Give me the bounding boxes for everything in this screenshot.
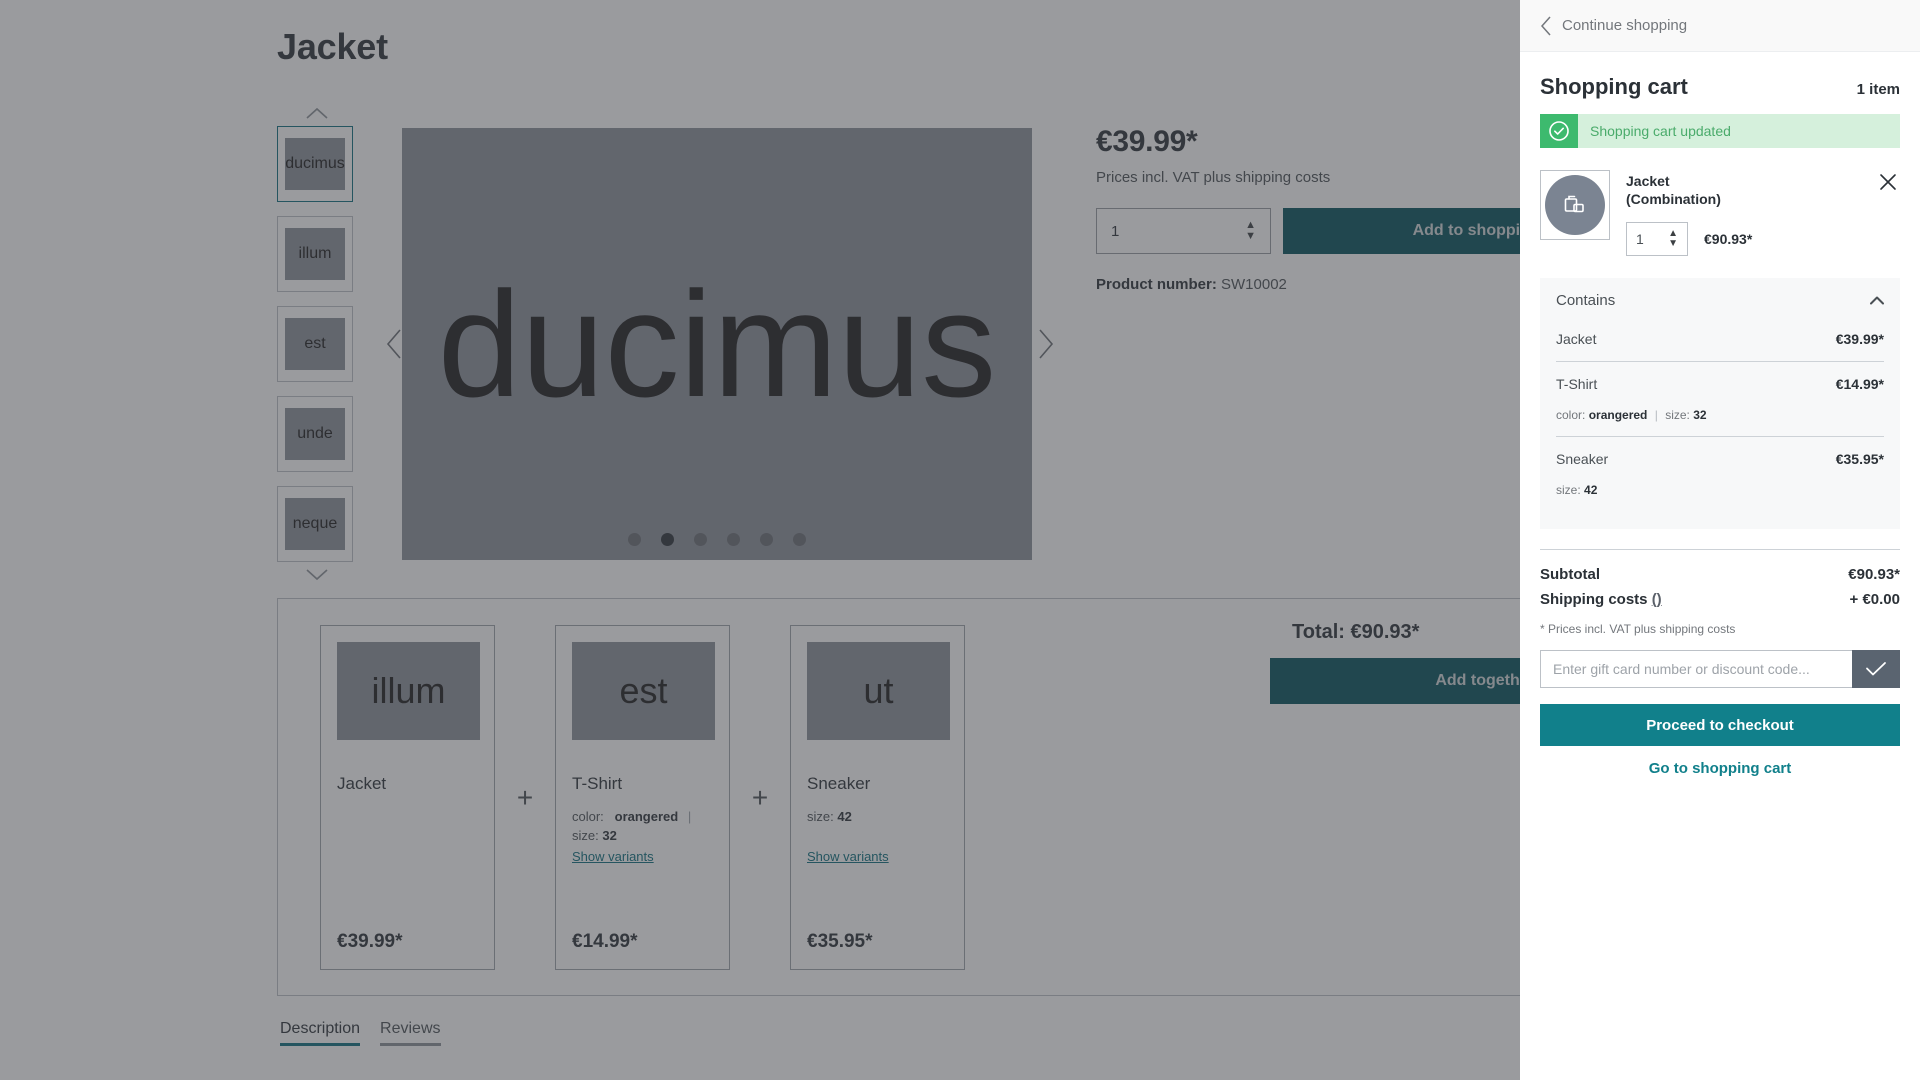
promo-code-input[interactable]: [1540, 650, 1852, 689]
contains-item-tshirt: T-Shirt €14.99* color: orangered | size:…: [1556, 361, 1884, 436]
line-item-name-line1: Jacket: [1626, 173, 1670, 189]
option-key: size:: [1556, 483, 1581, 498]
line-item-quantity-value: 1: [1636, 231, 1644, 248]
subtotal-label: Subtotal: [1540, 566, 1600, 584]
contains-item-name: Sneaker: [1556, 451, 1609, 468]
contains-item-sneaker: Sneaker €35.95* size: 42: [1556, 436, 1884, 511]
stepper-arrows-icon: ▲▼: [1668, 228, 1678, 250]
contains-label: Contains: [1556, 292, 1616, 310]
chevron-left-icon: [1540, 16, 1551, 35]
alert-message: Shopping cart updated: [1590, 123, 1731, 139]
remove-line-item-button[interactable]: [1870, 164, 1906, 200]
option-key: size:: [1665, 408, 1690, 423]
contains-toggle[interactable]: Contains: [1540, 278, 1900, 323]
cart-header: Shopping cart 1 item: [1540, 52, 1900, 114]
cart-item-count: 1 item: [1856, 81, 1900, 98]
option-value: 32: [1693, 408, 1707, 423]
line-item-placeholder-icon-wrap: [1545, 175, 1605, 235]
continue-shopping-button[interactable]: Continue shopping: [1520, 0, 1920, 52]
line-item-price: €90.93*: [1704, 231, 1753, 248]
contains-item-name: T-Shirt: [1556, 376, 1598, 393]
cart-vat-note: * Prices incl. VAT plus shipping costs: [1540, 622, 1736, 637]
contains-item-options: color: orangered | size: 32: [1556, 408, 1884, 422]
cart-line-item: Jacket (Combination) 1 ▲ ▼ €90.93* Conta…: [1540, 170, 1900, 535]
promo-code-submit-button[interactable]: [1852, 650, 1900, 689]
continue-shopping-label: Continue shopping: [1562, 17, 1688, 34]
option-value: orangered: [1588, 408, 1648, 423]
cart-updated-alert: Shopping cart updated: [1540, 114, 1900, 148]
promo-code-form: [1540, 650, 1900, 689]
check-icon: [1866, 662, 1886, 676]
contains-accordion: Contains Jacket €39.99* T-Shirt €14.99* …: [1540, 278, 1900, 530]
line-item-quantity-select[interactable]: 1 ▲ ▼: [1626, 222, 1688, 257]
subtotal-value: €90.93*: [1848, 566, 1900, 584]
option-value: 42: [1584, 483, 1598, 498]
contains-item-price: €39.99*: [1835, 331, 1884, 348]
shipping-costs-link[interactable]: (): [1652, 591, 1662, 608]
contains-item-options: size: 42: [1556, 483, 1884, 497]
proceed-to-checkout-button[interactable]: Proceed to checkout: [1540, 704, 1900, 747]
subtotal-row: Subtotal €90.93*: [1540, 566, 1900, 583]
contains-item-name: Jacket: [1556, 331, 1597, 348]
go-to-shopping-cart-link[interactable]: Go to shopping cart: [1540, 760, 1900, 777]
cart-content: Shopping cart 1 item Shopping cart updat…: [1520, 52, 1920, 777]
contains-list: Jacket €39.99* T-Shirt €14.99* color: or…: [1540, 323, 1900, 529]
cart-title: Shopping cart: [1540, 74, 1688, 99]
chevron-up-icon: [1870, 296, 1884, 305]
screen: Jacket ducimus illum est: [0, 0, 1920, 1080]
contains-item-jacket: Jacket €39.99*: [1556, 323, 1884, 361]
shipping-row: Shipping costs () + €0.00: [1540, 591, 1900, 608]
shipping-label: Shipping costs (): [1540, 591, 1662, 608]
close-icon: [1880, 174, 1896, 190]
alert-icon-wrap: [1540, 114, 1578, 148]
option-separator: |: [1654, 408, 1658, 423]
offcanvas-cart-panel: Continue shopping Shopping cart 1 item S…: [1520, 0, 1920, 1080]
shipping-label-text: Shipping costs: [1540, 591, 1648, 609]
contains-item-price: €35.95*: [1835, 451, 1884, 468]
check-circle-icon: [1549, 121, 1569, 141]
contains-item-price: €14.99*: [1835, 376, 1884, 393]
cart-totals: Subtotal €90.93* Shipping costs () + €0.…: [1540, 549, 1900, 777]
line-item-name[interactable]: Jacket (Combination): [1626, 172, 1776, 208]
line-item-name-line2: (Combination): [1626, 191, 1721, 208]
shipping-value: + €0.00: [1849, 591, 1900, 609]
line-item-thumbnail[interactable]: [1540, 170, 1610, 240]
option-key: color:: [1556, 408, 1586, 423]
image-placeholder-icon: [1564, 195, 1584, 213]
